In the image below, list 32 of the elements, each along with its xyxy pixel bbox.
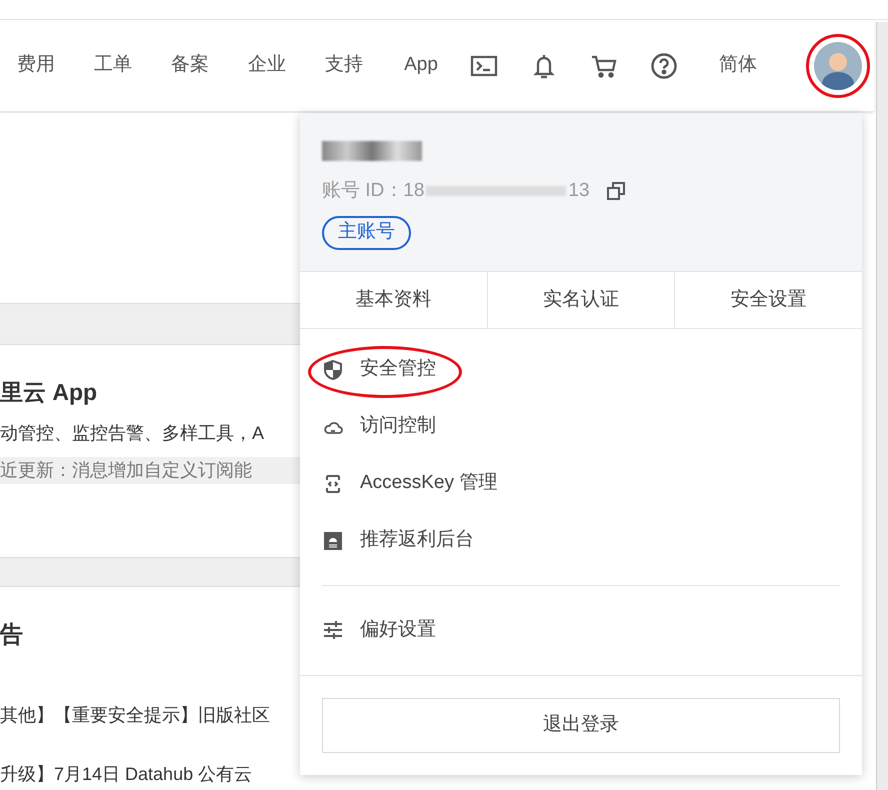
nav-link[interactable]: 简体	[712, 51, 764, 80]
card-description: 动管控、监控告警、多样工具，A	[0, 422, 266, 444]
profile-tab[interactable]: 安全设置	[674, 272, 862, 328]
profile-tab[interactable]: 基本资料	[300, 272, 487, 328]
account-id-label: 账号 ID：	[322, 179, 404, 203]
nav-link[interactable]: App	[395, 51, 447, 80]
nav-link[interactable]: 费用	[10, 51, 62, 80]
card-title: 里云 App	[0, 378, 98, 407]
card-icon	[322, 530, 344, 552]
nav-link[interactable]: 工单	[87, 51, 139, 80]
notice-link[interactable]: 升级】7月14日 Datahub 公有云	[0, 760, 300, 788]
notice-link[interactable]: 其他】【重要安全提示】旧版社区	[0, 702, 300, 728]
menu-item[interactable]: 访问控制	[322, 412, 436, 441]
menu-item[interactable]: AccessKey 管理	[322, 469, 498, 498]
update-note: 近更新：消息增加自定义订阅能	[0, 456, 300, 484]
nav-link[interactable]: 企业	[241, 51, 293, 80]
nav-link[interactable]: 支持	[318, 51, 370, 80]
sliders-icon	[322, 619, 344, 641]
menu-item[interactable]: 推荐返利后台	[322, 526, 474, 555]
profile-tab[interactable]: 实名认证	[486, 272, 674, 328]
account-badge: 主账号	[322, 216, 411, 250]
nav-link[interactable]: 备案	[164, 51, 216, 80]
logout-button[interactable]: 退出登录	[322, 698, 840, 753]
help-icon[interactable]	[650, 52, 678, 80]
menu-item[interactable]: 偏好设置	[322, 602, 840, 658]
shield-icon	[322, 358, 344, 380]
copy-icon[interactable]	[606, 181, 626, 202]
avatar[interactable]	[814, 42, 862, 90]
account-id-start: 18	[403, 179, 424, 203]
card-title: 告	[0, 620, 24, 649]
account-id-end: 13	[568, 179, 590, 203]
menu-item[interactable]: 安全管控	[322, 355, 436, 384]
